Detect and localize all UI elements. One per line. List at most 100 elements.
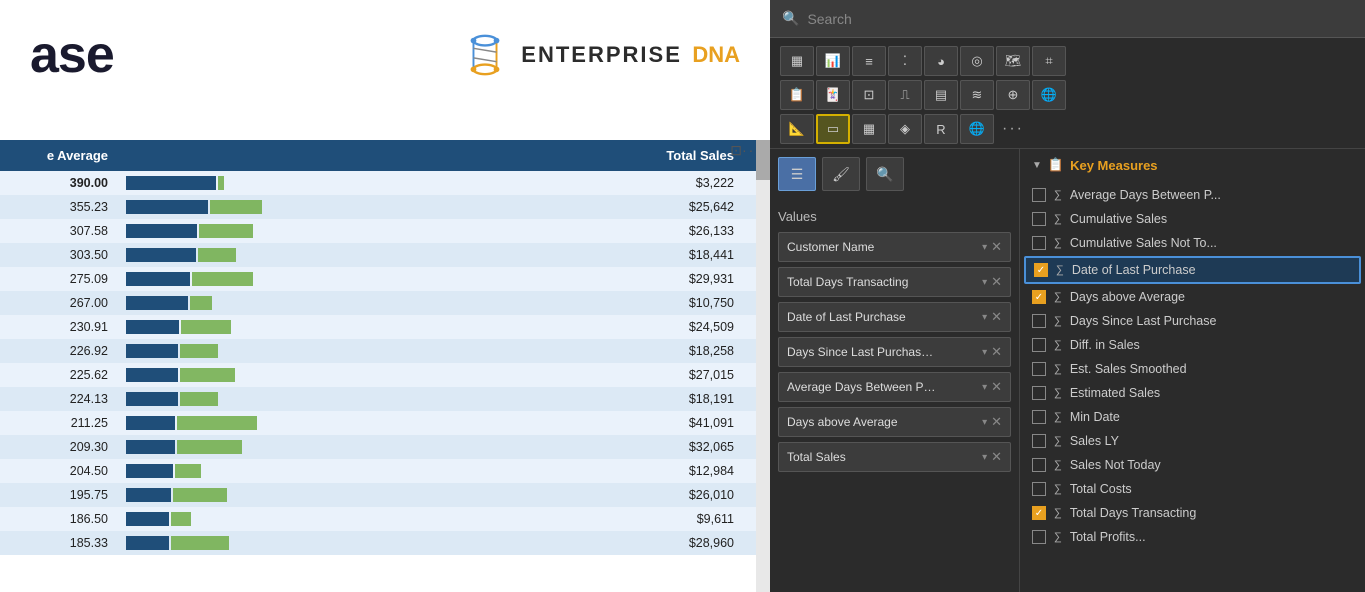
field-checkbox[interactable] bbox=[1032, 482, 1046, 496]
card-icon[interactable]: 🃏 bbox=[816, 80, 850, 110]
table2-icon[interactable]: 📋 bbox=[780, 80, 814, 110]
field-chevron-icon[interactable]: ▾ bbox=[982, 417, 987, 428]
field-checkbox[interactable] bbox=[1032, 338, 1046, 352]
search-input[interactable] bbox=[807, 11, 1353, 27]
scrollbar-thumb[interactable] bbox=[756, 140, 770, 180]
field-checkbox[interactable]: ✓ bbox=[1032, 506, 1046, 520]
stacked-bar-icon[interactable]: ▦ bbox=[780, 46, 814, 76]
scatter-icon[interactable]: ⁚ bbox=[888, 46, 922, 76]
more-icons-dots[interactable]: ··· bbox=[996, 116, 1030, 142]
section-header[interactable]: ▼ 📋 Key Measures bbox=[1020, 149, 1365, 181]
field-remove-icon[interactable]: ✕ bbox=[991, 379, 1002, 395]
sales-cell: $27,015 bbox=[320, 363, 746, 387]
values-field-days-since-last-purchase[interactable]: Days Since Last Purchas…▾✕ bbox=[778, 337, 1011, 367]
field-checkbox[interactable] bbox=[1032, 434, 1046, 448]
total-bar bbox=[190, 296, 212, 310]
table-scrollbar[interactable] bbox=[756, 140, 770, 592]
table-row: 204.50$12,984 bbox=[0, 459, 770, 483]
rectangle-icon[interactable]: ▭ bbox=[816, 114, 850, 144]
field-checkbox[interactable] bbox=[1032, 362, 1046, 376]
pie-icon[interactable]: ◕ bbox=[924, 46, 958, 76]
field-total-days-transacting[interactable]: ✓∑Total Days Transacting bbox=[1020, 501, 1365, 525]
field-cumulative-sales[interactable]: ∑Cumulative Sales bbox=[1020, 207, 1365, 231]
avg-cell: 225.62 bbox=[0, 363, 120, 387]
matrix-icon[interactable]: ⌗ bbox=[1032, 46, 1066, 76]
field-cumulative-sales-not-to[interactable]: ∑Cumulative Sales Not To... bbox=[1020, 231, 1365, 255]
scatter-map-icon[interactable]: ⊕ bbox=[996, 80, 1030, 110]
field-checkbox[interactable] bbox=[1032, 458, 1046, 472]
grid-icon[interactable]: ▦ bbox=[852, 114, 886, 144]
analytics-tab-btn[interactable]: 🔍 bbox=[866, 157, 904, 191]
r-visual-icon[interactable]: R bbox=[924, 114, 958, 144]
section-table-icon: 📋 bbox=[1048, 157, 1064, 173]
field-chevron-icon[interactable]: ▾ bbox=[982, 312, 987, 323]
avg-cell: 267.00 bbox=[0, 291, 120, 315]
field-checkbox[interactable] bbox=[1032, 530, 1046, 544]
bar-chart-icon[interactable]: 📊 bbox=[816, 46, 850, 76]
values-field-customer-name[interactable]: Customer Name▾✕ bbox=[778, 232, 1011, 262]
field-diff-in-sales[interactable]: ∑Diff. in Sales bbox=[1020, 333, 1365, 357]
fields-list: ∑Average Days Between P...∑Cumulative Sa… bbox=[1020, 181, 1365, 592]
kpi-icon[interactable]: ⊡ bbox=[852, 80, 886, 110]
format-tab-btn[interactable]: 🖌 bbox=[822, 157, 860, 191]
area-icon[interactable]: ≡ bbox=[852, 46, 886, 76]
field-sales-not-today[interactable]: ∑Sales Not Today bbox=[1020, 453, 1365, 477]
viz-panel: ☰ 🖌 🔍 Values Customer Name▾✕Total Days T… bbox=[770, 149, 1020, 592]
globe-icon[interactable]: 🌐 bbox=[1032, 80, 1066, 110]
field-min-date[interactable]: ∑Min Date bbox=[1020, 405, 1365, 429]
field-checkbox[interactable] bbox=[1032, 386, 1046, 400]
sales-cell: $32,065 bbox=[320, 435, 746, 459]
field-sales-ly[interactable]: ∑Sales LY bbox=[1020, 429, 1365, 453]
waterfall-icon[interactable]: ≋ bbox=[960, 80, 994, 110]
field-checkbox[interactable] bbox=[1032, 410, 1046, 424]
values-field-average-days-between-purchases[interactable]: Average Days Between P…▾✕ bbox=[778, 372, 1011, 402]
field-name-label: Days above Average bbox=[1070, 290, 1353, 304]
table-row: 303.50$18,441 bbox=[0, 243, 770, 267]
field-average-days-between-p[interactable]: ∑Average Days Between P... bbox=[1020, 183, 1365, 207]
field-remove-icon[interactable]: ✕ bbox=[991, 239, 1002, 255]
field-checkbox[interactable] bbox=[1032, 188, 1046, 202]
field-checkbox[interactable] bbox=[1032, 314, 1046, 328]
field-checkbox[interactable] bbox=[1032, 236, 1046, 250]
field-est-sales-smoothed[interactable]: ∑Est. Sales Smoothed bbox=[1020, 357, 1365, 381]
field-total-costs[interactable]: ∑Total Costs bbox=[1020, 477, 1365, 501]
field-chevron-icon[interactable]: ▾ bbox=[982, 277, 987, 288]
field-chevron-icon[interactable]: ▾ bbox=[982, 382, 987, 393]
field-days-since-last-purchase[interactable]: ∑Days Since Last Purchase bbox=[1020, 309, 1365, 333]
values-field-days-above-average[interactable]: Days above Average▾✕ bbox=[778, 407, 1011, 437]
field-measure-icon: ∑ bbox=[1054, 237, 1062, 249]
field-checkbox[interactable]: ✓ bbox=[1032, 290, 1046, 304]
field-chevron-icon[interactable]: ▾ bbox=[982, 452, 987, 463]
field-remove-icon[interactable]: ✕ bbox=[991, 274, 1002, 290]
field-remove-icon[interactable]: ✕ bbox=[991, 344, 1002, 360]
field-days-above-average[interactable]: ✓∑Days above Average bbox=[1020, 285, 1365, 309]
treemap-icon[interactable]: ▤ bbox=[924, 80, 958, 110]
avg-bar bbox=[126, 296, 188, 310]
diamond-icon[interactable]: ◈ bbox=[888, 114, 922, 144]
total-bar bbox=[177, 440, 243, 454]
expand-icon[interactable]: ⊡ bbox=[730, 142, 742, 159]
field-chevron-icon[interactable]: ▾ bbox=[982, 347, 987, 358]
field-chevron-icon[interactable]: ▾ bbox=[982, 242, 987, 253]
fields-tab-btn[interactable]: ☰ bbox=[778, 157, 816, 191]
field-date-of-last-purchase[interactable]: ✓∑Date of Last Purchase bbox=[1024, 256, 1361, 284]
field-checkbox[interactable] bbox=[1032, 212, 1046, 226]
funnel-icon[interactable]: 📐 bbox=[780, 114, 814, 144]
values-field-total-days-transacting[interactable]: Total Days Transacting▾✕ bbox=[778, 267, 1011, 297]
avg-cell: 226.92 bbox=[0, 339, 120, 363]
field-remove-icon[interactable]: ✕ bbox=[991, 449, 1002, 465]
avg-cell: 211.25 bbox=[0, 411, 120, 435]
gauge-icon[interactable]: ⎍ bbox=[888, 80, 922, 110]
field-remove-icon[interactable]: ✕ bbox=[991, 414, 1002, 430]
total-bar bbox=[192, 272, 254, 286]
globe2-icon[interactable]: 🌐 bbox=[960, 114, 994, 144]
field-total-profits[interactable]: ∑Total Profits... bbox=[1020, 525, 1365, 549]
avg-cell: 185.33 bbox=[0, 531, 120, 555]
field-remove-icon[interactable]: ✕ bbox=[991, 309, 1002, 325]
map-icon[interactable]: 🗺 bbox=[996, 46, 1030, 76]
field-checkbox[interactable]: ✓ bbox=[1034, 263, 1048, 277]
donut-icon[interactable]: ◎ bbox=[960, 46, 994, 76]
values-field-date-of-last-purchase[interactable]: Date of Last Purchase▾✕ bbox=[778, 302, 1011, 332]
field-estimated-sales[interactable]: ∑Estimated Sales bbox=[1020, 381, 1365, 405]
values-field-total-sales[interactable]: Total Sales▾✕ bbox=[778, 442, 1011, 472]
